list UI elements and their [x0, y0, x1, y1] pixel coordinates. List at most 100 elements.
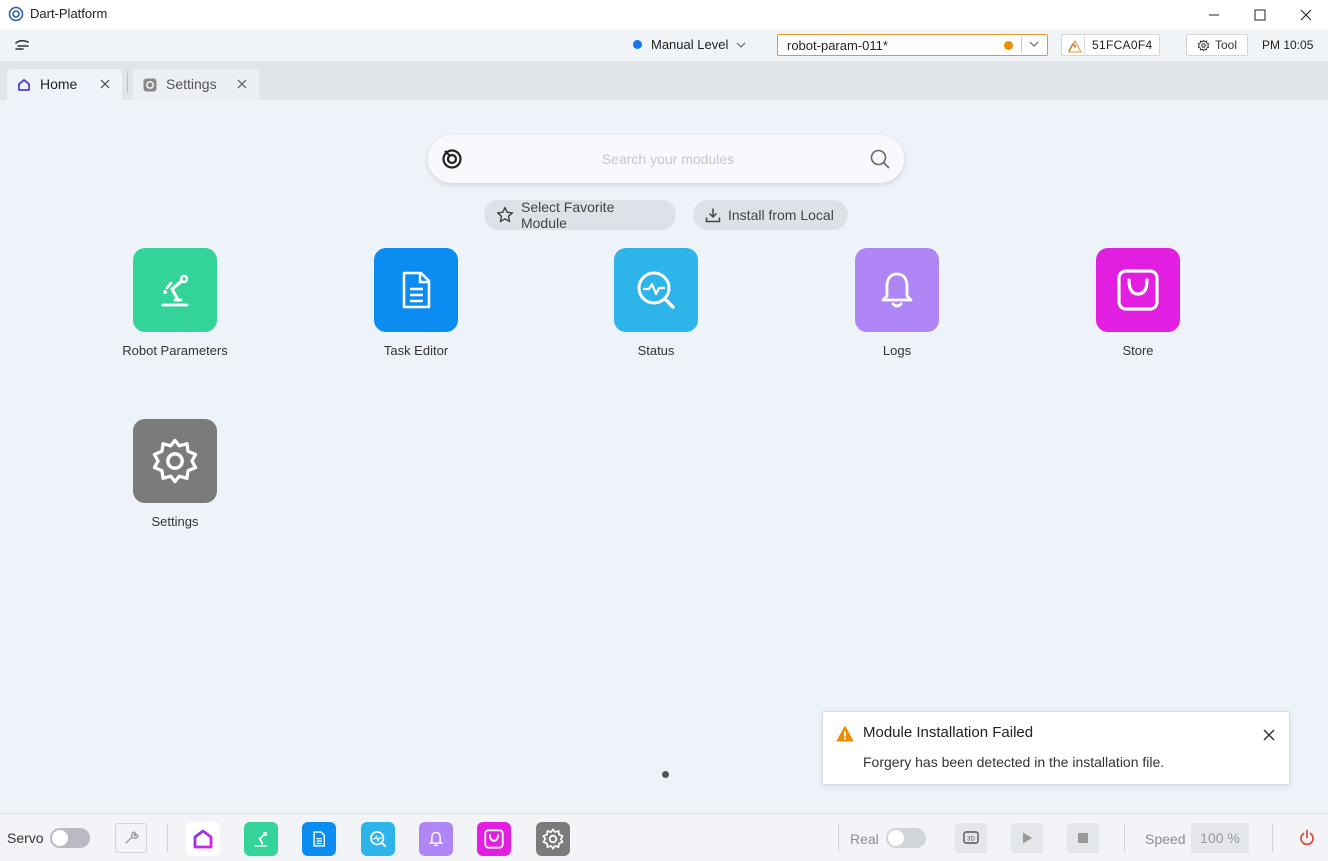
tool-button[interactable]: Tool — [1186, 34, 1248, 56]
window-title: Dart-Platform — [30, 6, 108, 21]
shopping-bag-icon — [484, 829, 504, 849]
shopping-bag-icon — [1117, 269, 1159, 311]
dock-status[interactable] — [361, 822, 395, 856]
module-label: Status — [637, 343, 675, 358]
divider — [1124, 824, 1125, 852]
power-icon — [1300, 829, 1314, 846]
tab-bar: Home Settings — [0, 61, 1328, 100]
speed-label: Speed — [1145, 831, 1186, 847]
toggle-knob — [888, 830, 904, 846]
unsaved-indicator — [1004, 41, 1013, 50]
close-icon — [1300, 9, 1312, 20]
gear-icon — [152, 438, 198, 484]
level-label: Manual Level — [651, 37, 729, 52]
minimize-button[interactable] — [1191, 0, 1237, 29]
tab-settings-label: Settings — [166, 76, 217, 92]
pulse-magnifier-icon — [637, 271, 675, 309]
module-search-bar — [428, 135, 904, 183]
power-button[interactable] — [1292, 823, 1322, 853]
toast-title: Module Installation Failed — [863, 724, 1034, 741]
robot-parameters-tile[interactable] — [133, 248, 217, 332]
gear-icon — [1197, 39, 1210, 51]
module-label: Settings — [151, 514, 199, 529]
id-divider — [1084, 35, 1085, 55]
3d-view-icon: 3D — [963, 831, 979, 844]
dock-store[interactable] — [477, 822, 511, 856]
maximize-button[interactable] — [1237, 0, 1283, 29]
bell-icon — [428, 831, 444, 847]
robot-menu-icon[interactable] — [14, 38, 32, 52]
tab-divider — [127, 73, 128, 93]
wrench-icon — [125, 831, 139, 844]
dock-logs[interactable] — [419, 822, 453, 856]
divider — [1272, 824, 1273, 852]
app-logo-icon — [8, 6, 24, 22]
home-icon — [193, 829, 213, 849]
module-label: Store — [1122, 343, 1154, 358]
servo-toggle[interactable] — [50, 828, 90, 848]
close-window-button[interactable] — [1283, 0, 1328, 29]
pulse-magnifier-icon — [370, 831, 387, 848]
dock-settings[interactable] — [536, 822, 570, 856]
robot-param-select[interactable]: robot-param-011* — [777, 34, 1048, 56]
tab-settings[interactable]: Settings — [133, 69, 259, 100]
dock-home[interactable] — [186, 822, 220, 856]
module-settings[interactable]: Settings — [105, 419, 245, 529]
chevron-down-icon — [736, 42, 746, 48]
stop-button[interactable] — [1067, 823, 1099, 853]
module-status[interactable]: Status — [586, 248, 726, 358]
play-button[interactable] — [1011, 823, 1043, 853]
page-indicator-dot[interactable] — [662, 771, 669, 778]
install-from-local-button[interactable]: Install from Local — [693, 200, 848, 230]
maximize-icon — [1254, 9, 1266, 20]
minimize-icon — [1209, 14, 1219, 15]
status-tile[interactable] — [614, 248, 698, 332]
divider — [167, 824, 168, 852]
real-toggle[interactable] — [886, 828, 926, 848]
title-bar: Dart-Platform — [0, 0, 1328, 29]
level-selector[interactable]: Manual Level — [633, 37, 746, 52]
module-logs[interactable]: Logs — [827, 248, 967, 358]
wrench-button[interactable] — [115, 823, 147, 853]
chevron-down-icon[interactable] — [1028, 39, 1040, 49]
install-label: Install from Local — [728, 207, 834, 223]
gear-icon — [542, 828, 564, 850]
level-status-dot — [633, 40, 642, 49]
tab-home[interactable]: Home — [7, 69, 122, 100]
settings-tile[interactable] — [133, 419, 217, 503]
robot-arm-icon — [161, 274, 189, 307]
3d-view-button[interactable]: 3D — [955, 823, 987, 853]
dock-robot-parameters[interactable] — [244, 822, 278, 856]
toast-message: Forgery has been detected in the install… — [863, 754, 1165, 770]
close-tab-icon[interactable] — [235, 77, 249, 91]
select-favorite-module-button[interactable]: Select Favorite Module — [484, 199, 676, 231]
settings-icon — [143, 78, 157, 92]
close-icon[interactable] — [1261, 727, 1277, 743]
speed-value[interactable]: 100 % — [1191, 823, 1249, 853]
robot-warning-icon — [1068, 39, 1082, 53]
module-store[interactable]: Store — [1068, 248, 1208, 358]
select-divider — [1021, 37, 1022, 53]
real-label: Real — [850, 831, 879, 847]
toggle-knob — [52, 830, 68, 846]
close-tab-icon[interactable] — [98, 77, 112, 91]
search-icon[interactable] — [869, 148, 891, 170]
search-input[interactable] — [478, 147, 858, 171]
store-tile[interactable] — [1096, 248, 1180, 332]
module-label: Task Editor — [383, 343, 449, 358]
param-value: robot-param-011* — [787, 38, 888, 53]
header-toolbar: Manual Level robot-param-011* 51FCA0F4 T… — [0, 29, 1328, 61]
module-robot-parameters[interactable]: Robot Parameters — [105, 248, 245, 358]
task-editor-tile[interactable] — [374, 248, 458, 332]
logs-tile[interactable] — [855, 248, 939, 332]
error-toast: Module Installation Failed Forgery has b… — [822, 711, 1290, 785]
favorite-label: Select Favorite Module — [520, 199, 615, 231]
dock-task-editor[interactable] — [302, 822, 336, 856]
robot-arm-icon — [254, 831, 268, 847]
device-id-box[interactable]: 51FCA0F4 — [1061, 34, 1160, 56]
tab-home-label: Home — [40, 76, 78, 92]
dart-logo-icon — [442, 149, 462, 169]
bell-icon — [881, 272, 913, 308]
module-task-editor[interactable]: Task Editor — [346, 248, 486, 358]
download-icon — [705, 208, 721, 223]
